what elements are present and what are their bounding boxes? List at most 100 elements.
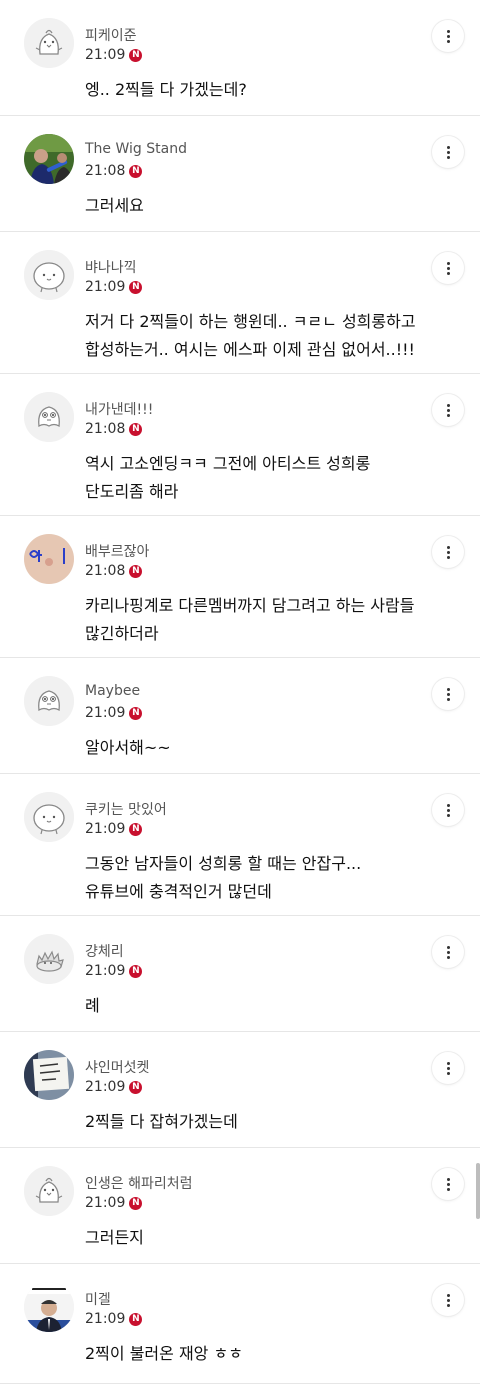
kebab-dot-icon	[446, 145, 450, 149]
comment-author[interactable]: 배부르잖아	[85, 541, 149, 561]
comment-body: 엥.. 2찍들 다 가겠는데?	[85, 76, 455, 104]
comment-item: 쿠키는 맛있어 21:09 N 그동안 남자들이 성희롱 할 때는 안잡구... 유튜브…	[0, 774, 480, 916]
comment-author[interactable]: The Wig Stand	[85, 141, 187, 157]
avatar-sign-photo[interactable]	[24, 1050, 74, 1100]
comment-meta: 21:09 N	[85, 704, 143, 722]
comment-author[interactable]: 걍체리	[85, 941, 124, 961]
comment-time: 21:08	[85, 563, 126, 579]
comment-line: 그러세요	[85, 196, 144, 215]
kebab-dot-icon	[446, 1187, 450, 1191]
comment-line: 2찍이 불러온 재앙 ㅎㅎ	[85, 1344, 243, 1363]
kebab-dot-icon	[446, 39, 450, 43]
comment-time: 21:09	[85, 1195, 126, 1211]
comment-time: 21:09	[85, 705, 126, 721]
bun-icon[interactable]	[24, 792, 74, 842]
comment-time: 21:09	[85, 1311, 126, 1327]
more-options-button[interactable]	[432, 1052, 464, 1084]
comment-item: The Wig Stand 21:08 N 그러세요	[0, 116, 480, 232]
chick-icon[interactable]	[24, 18, 74, 68]
comment-line: 그동안 남자들이 성희롱 할 때는 안잡구...	[85, 854, 362, 873]
comment-meta: 21:08 N	[85, 562, 143, 580]
comment-author[interactable]: Maybee	[85, 683, 140, 699]
kebab-dot-icon	[446, 1061, 450, 1065]
kebab-dot-icon	[446, 261, 450, 265]
avatar-profile-photo[interactable]	[24, 134, 74, 184]
kebab-dot-icon	[446, 1303, 450, 1307]
comment-meta: 21:09 N	[85, 46, 143, 64]
more-options-button[interactable]	[432, 1284, 464, 1316]
avatar-handwriting-photo[interactable]	[24, 534, 74, 584]
comment-line: 유튜브에 충격적인거 많던데	[85, 882, 272, 901]
comment-time: 21:09	[85, 1079, 126, 1095]
comment-list: 피케이준 21:09 N 엥.. 2찍들 다 가겠는데? The Wig Stand 21…	[0, 0, 480, 1384]
comment-time: 21:09	[85, 47, 126, 63]
comment-line: 2찍들 다 잡혀가겠는데	[85, 1112, 238, 1131]
new-badge: N	[129, 48, 143, 62]
comment-time: 21:08	[85, 163, 126, 179]
more-options-button[interactable]	[432, 252, 464, 284]
ghost-icon[interactable]	[24, 392, 74, 442]
comment-line: 많긴하더라	[85, 624, 159, 643]
comment-author[interactable]: 쿠키는 맛있어	[85, 799, 167, 819]
new-badge: N	[129, 1080, 143, 1094]
new-badge: N	[129, 1312, 143, 1326]
scrollbar-thumb[interactable]	[476, 1163, 480, 1219]
kebab-dot-icon	[446, 813, 450, 817]
comment-author[interactable]: 뱌나나끽	[85, 257, 137, 277]
kebab-dot-icon	[446, 1182, 450, 1186]
comment-author[interactable]: 인생은 해파리처럼	[85, 1173, 193, 1193]
comment-item: 인생은 해파리처럼 21:09 N 그러든지	[0, 1148, 480, 1264]
more-options-button[interactable]	[432, 536, 464, 568]
more-options-button[interactable]	[432, 936, 464, 968]
kebab-dot-icon	[446, 803, 450, 807]
kebab-dot-icon	[446, 413, 450, 417]
comment-author[interactable]: 내가낸데!!!	[85, 399, 153, 419]
comment-author[interactable]: 피케이준	[85, 25, 137, 45]
hedgehog-icon[interactable]	[24, 934, 74, 984]
more-options-button[interactable]	[432, 20, 464, 52]
more-options-button[interactable]	[432, 678, 464, 710]
comment-meta: 21:09 N	[85, 1078, 143, 1096]
new-badge: N	[129, 964, 143, 978]
comment-body: 그러든지	[85, 1224, 455, 1252]
more-options-button[interactable]	[432, 1168, 464, 1200]
comment-item: 내가낸데!!! 21:08 N 역시 고소엔딩ㅋㅋ 그전에 아티스트 성희롱 단도리좀 …	[0, 374, 480, 516]
comment-body: 2찍이 불러온 재앙 ㅎㅎ	[85, 1340, 455, 1368]
kebab-dot-icon	[446, 545, 450, 549]
comment-body: 2찍들 다 잡혀가겠는데	[85, 1108, 455, 1136]
comment-time: 21:08	[85, 421, 126, 437]
new-badge: N	[129, 164, 143, 178]
bun-icon[interactable]	[24, 250, 74, 300]
more-options-button[interactable]	[432, 394, 464, 426]
new-badge: N	[129, 822, 143, 836]
kebab-dot-icon	[446, 950, 450, 954]
comment-item: 배부르잖아 21:08 N 카리나핑계로 다른멤버까지 담그려고 하는 사람들 많긴하더…	[0, 516, 480, 658]
comment-line: 례	[85, 996, 100, 1015]
comment-body: 카리나핑계로 다른멤버까지 담그려고 하는 사람들 많긴하더라	[85, 592, 455, 648]
chick-icon[interactable]	[24, 1166, 74, 1216]
kebab-dot-icon	[446, 555, 450, 559]
kebab-dot-icon	[446, 29, 450, 33]
kebab-dot-icon	[446, 945, 450, 949]
kebab-dot-icon	[446, 697, 450, 701]
more-options-button[interactable]	[432, 794, 464, 826]
kebab-dot-icon	[446, 155, 450, 159]
comment-line: 단도리좀 해라	[85, 482, 179, 501]
comment-meta: 21:09 N	[85, 278, 143, 296]
comment-body: 그동안 남자들이 성희롱 할 때는 안잡구... 유튜브에 충격적인거 많던데	[85, 850, 455, 906]
kebab-dot-icon	[446, 1066, 450, 1070]
avatar-poster-photo[interactable]	[24, 1282, 74, 1332]
comment-meta: 21:09 N	[85, 1310, 143, 1328]
comment-line: 그러든지	[85, 1228, 144, 1247]
kebab-dot-icon	[446, 34, 450, 38]
ghost-icon[interactable]	[24, 676, 74, 726]
new-badge: N	[129, 422, 143, 436]
comment-time: 21:09	[85, 963, 126, 979]
comment-body: 그러세요	[85, 192, 455, 220]
comment-author[interactable]: 샤인머섯켓	[85, 1057, 149, 1077]
comment-author[interactable]: 미겔	[85, 1289, 111, 1309]
comment-meta: 21:08 N	[85, 162, 143, 180]
comment-item: 미겔 21:09 N 2찍이 불러온 재앙 ㅎㅎ	[0, 1264, 480, 1384]
comment-line: 알아서해~~	[85, 738, 171, 757]
more-options-button[interactable]	[432, 136, 464, 168]
